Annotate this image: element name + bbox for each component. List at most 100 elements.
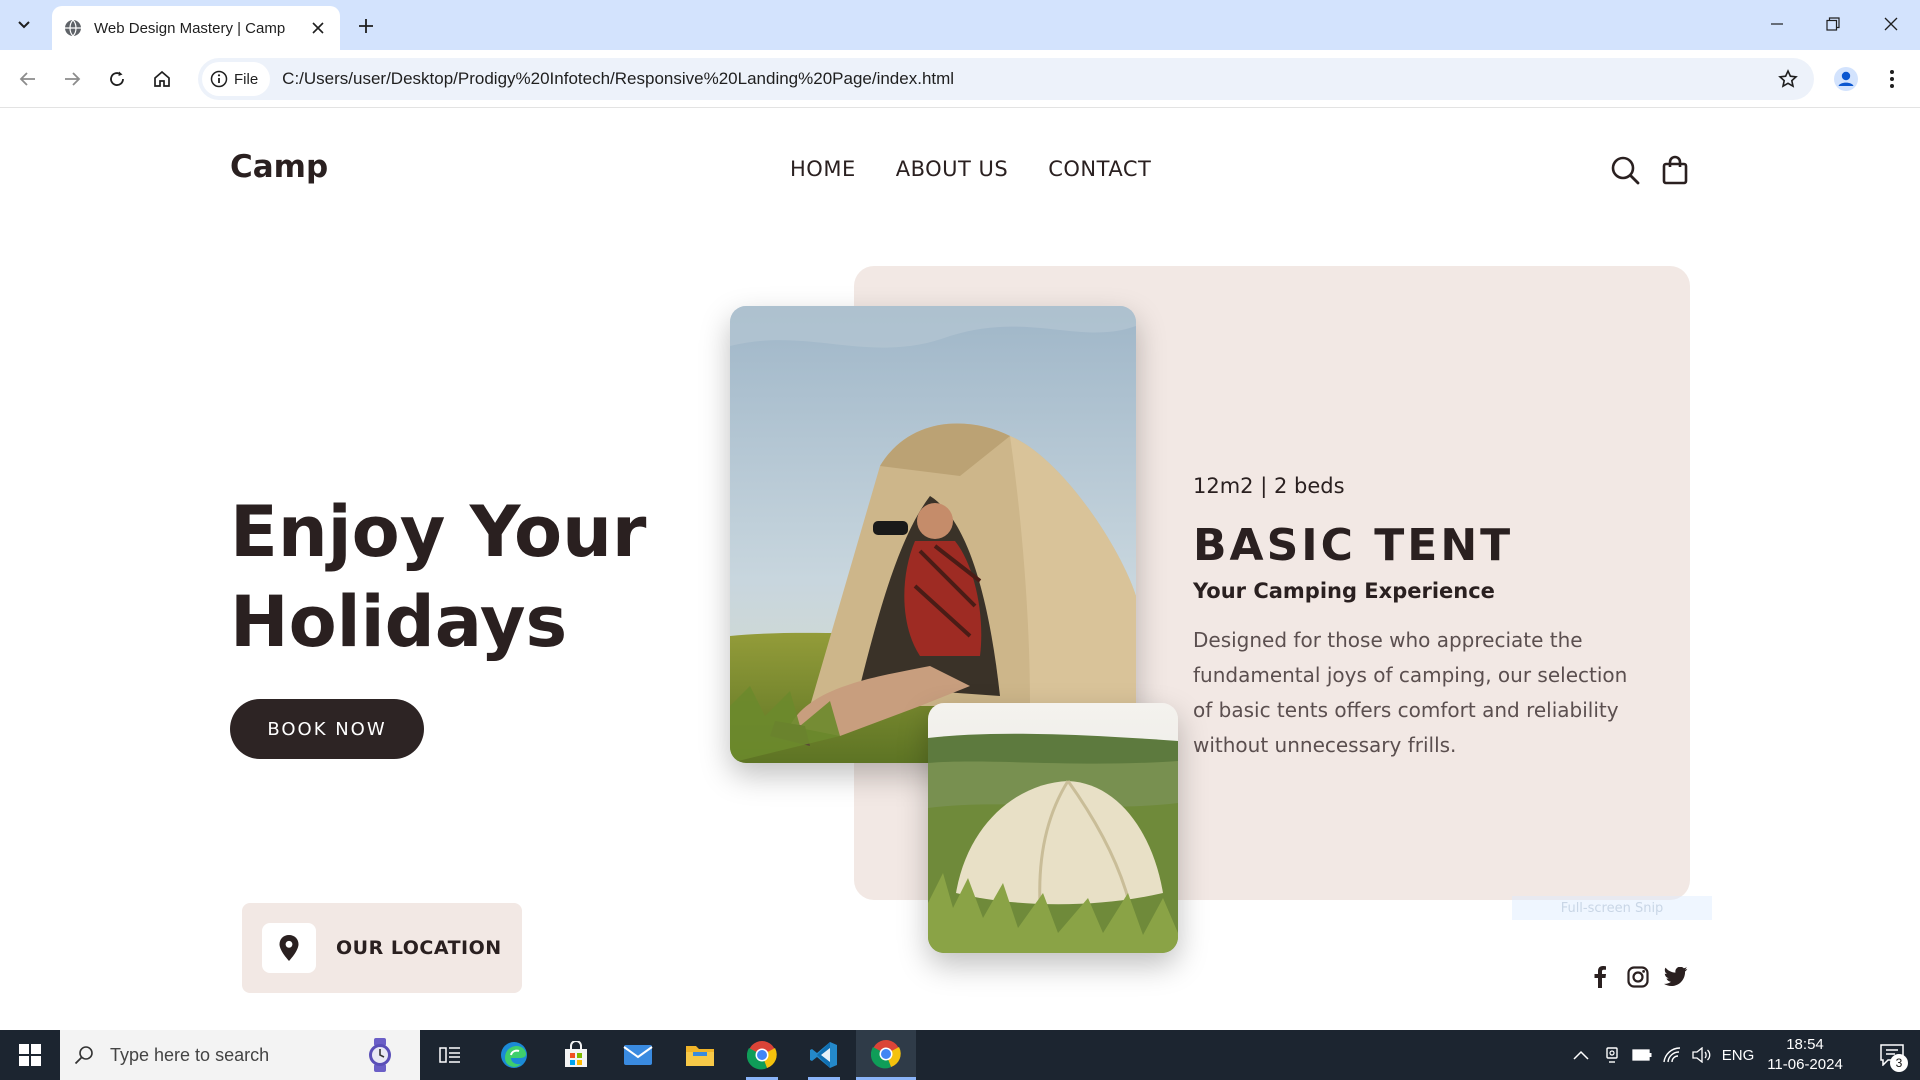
site-search-button[interactable] bbox=[1608, 153, 1642, 187]
clock-date: 11-06-2024 bbox=[1767, 1056, 1843, 1073]
location-card[interactable]: OUR LOCATION bbox=[242, 903, 522, 993]
shopping-bag-button[interactable] bbox=[1658, 153, 1692, 187]
speaker-icon bbox=[1692, 1047, 1711, 1063]
task-view-icon bbox=[439, 1047, 460, 1063]
avatar-icon bbox=[1834, 67, 1858, 91]
menu-button[interactable] bbox=[1874, 61, 1910, 97]
hero-title-line-2: Holidays bbox=[230, 581, 568, 663]
file-explorer-app[interactable] bbox=[670, 1030, 730, 1080]
tab-title: Web Design Mastery | Camp bbox=[94, 19, 286, 37]
tab-close-button[interactable] bbox=[308, 18, 328, 38]
reload-icon bbox=[110, 71, 124, 86]
home-icon bbox=[154, 70, 170, 87]
address-bar[interactable]: File C:/Users/user/Desktop/Prodigy%20Inf… bbox=[198, 58, 1814, 100]
chrome-icon bbox=[871, 1039, 901, 1068]
meet-now-button[interactable] bbox=[1598, 1030, 1626, 1080]
forward-arrow-icon bbox=[65, 72, 81, 86]
nav-link-home[interactable]: HOME bbox=[790, 157, 856, 181]
location-pin-box bbox=[262, 923, 316, 973]
chrome-icon bbox=[747, 1041, 777, 1070]
reload-button[interactable] bbox=[99, 61, 135, 97]
back-arrow-icon bbox=[19, 72, 35, 86]
forward-button[interactable] bbox=[54, 61, 90, 97]
star-icon bbox=[1778, 69, 1798, 88]
new-tab-button[interactable] bbox=[352, 12, 380, 40]
facebook-icon bbox=[1594, 966, 1606, 988]
instagram-icon bbox=[1627, 966, 1649, 988]
close-icon bbox=[312, 22, 324, 34]
chrome-app[interactable] bbox=[732, 1030, 792, 1080]
show-hidden-icons-button[interactable] bbox=[1566, 1030, 1596, 1080]
battery-icon bbox=[1632, 1049, 1652, 1061]
close-icon bbox=[1884, 17, 1898, 31]
close-window-button[interactable] bbox=[1868, 8, 1914, 40]
restore-button[interactable] bbox=[1810, 8, 1856, 40]
chevron-up-icon bbox=[1573, 1050, 1589, 1060]
facebook-link[interactable] bbox=[1588, 965, 1612, 989]
task-view-button[interactable] bbox=[420, 1030, 480, 1080]
site-info-label: File bbox=[234, 70, 259, 88]
social-links bbox=[1588, 965, 1688, 989]
bookmark-button[interactable] bbox=[1770, 61, 1806, 97]
volume-button[interactable] bbox=[1688, 1030, 1716, 1080]
more-vert-icon bbox=[1890, 70, 1894, 88]
mail-icon bbox=[623, 1045, 653, 1065]
book-now-button[interactable]: BOOK NOW bbox=[230, 699, 424, 759]
globe-icon bbox=[64, 19, 82, 37]
search-placeholder: Type here to search bbox=[110, 1044, 270, 1065]
nav-link-contact[interactable]: CONTACT bbox=[1048, 157, 1151, 181]
folder-icon bbox=[686, 1046, 714, 1066]
taskbar-search[interactable]: Type here to search bbox=[60, 1030, 420, 1080]
shopping-bag-icon bbox=[1662, 155, 1688, 185]
system-clock[interactable]: 18:54 11-06-2024 bbox=[1762, 1035, 1848, 1075]
card-title: BASIC TENT bbox=[1193, 520, 1514, 571]
notification-center-button[interactable]: 3 bbox=[1864, 1030, 1920, 1080]
language-label: ENG bbox=[1721, 1046, 1755, 1064]
mail-app[interactable] bbox=[608, 1030, 668, 1080]
store-app[interactable] bbox=[546, 1030, 606, 1080]
chevron-down-icon bbox=[18, 21, 30, 29]
location-label: OUR LOCATION bbox=[336, 937, 502, 959]
store-icon bbox=[565, 1041, 587, 1067]
vscode-app[interactable] bbox=[794, 1030, 854, 1080]
clock-time: 18:54 bbox=[1786, 1036, 1824, 1053]
url-text[interactable]: C:/Users/user/Desktop/Prodigy%20Infotech… bbox=[282, 69, 1770, 89]
home-button[interactable] bbox=[144, 61, 180, 97]
watch-icon bbox=[369, 1038, 391, 1072]
twitter-icon bbox=[1664, 967, 1688, 986]
card-description: Designed for those who appreciate the fu… bbox=[1193, 628, 1628, 757]
browser-tab[interactable]: Web Design Mastery | Camp bbox=[52, 6, 340, 50]
start-button[interactable] bbox=[0, 1030, 60, 1080]
network-status[interactable] bbox=[1658, 1030, 1686, 1080]
back-button[interactable] bbox=[10, 61, 46, 97]
minimize-icon bbox=[1771, 23, 1783, 25]
vscode-icon bbox=[810, 1042, 837, 1068]
chrome-app-active[interactable] bbox=[856, 1030, 916, 1080]
edge-app[interactable] bbox=[484, 1030, 544, 1080]
profile-button[interactable] bbox=[1828, 61, 1864, 97]
main-nav: HOME ABOUT US CONTACT bbox=[790, 157, 1151, 181]
browser-tab-bar: Web Design Mastery | Camp bbox=[0, 0, 1920, 50]
plus-icon bbox=[359, 19, 373, 33]
site-logo[interactable]: Camp bbox=[230, 149, 328, 185]
web-page: Camp HOME ABOUT US CONTACT Enjoy Your Ho… bbox=[0, 109, 1920, 1030]
tab-search-dropdown[interactable] bbox=[8, 10, 40, 40]
battery-status[interactable] bbox=[1628, 1030, 1656, 1080]
card-subtitle: Your Camping Experience bbox=[1193, 579, 1495, 603]
input-language[interactable]: ENG bbox=[1718, 1030, 1758, 1080]
site-info-chip[interactable]: File bbox=[202, 62, 271, 96]
minimize-button[interactable] bbox=[1754, 8, 1800, 40]
wifi-icon bbox=[1663, 1047, 1681, 1063]
search-icon bbox=[74, 1046, 93, 1065]
map-pin-icon bbox=[279, 935, 299, 961]
notification-count: 3 bbox=[1890, 1054, 1908, 1072]
info-icon bbox=[210, 70, 228, 88]
twitter-link[interactable] bbox=[1664, 965, 1688, 989]
instagram-link[interactable] bbox=[1626, 965, 1650, 989]
edge-icon bbox=[501, 1042, 527, 1068]
hero-title-line-1: Enjoy Your bbox=[230, 491, 647, 573]
restore-icon bbox=[1826, 17, 1840, 31]
nav-link-about-us[interactable]: ABOUT US bbox=[896, 157, 1009, 181]
browser-toolbar: File C:/Users/user/Desktop/Prodigy%20Inf… bbox=[0, 50, 1920, 108]
camper-in-tent-photo bbox=[730, 306, 1136, 763]
